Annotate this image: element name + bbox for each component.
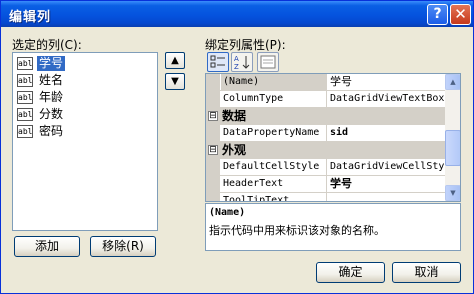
description-text: 指示代码中用来标识该对象的名称。 (209, 224, 385, 237)
description-property-name: (Name) (209, 207, 246, 218)
scroll-down-icon[interactable]: ▼ (445, 185, 460, 201)
property-name: DefaultCellStyle (221, 159, 327, 175)
list-item-label: 分数 (39, 107, 64, 121)
property-row[interactable]: ColumnType DataGridViewTextBoxColumn (206, 91, 445, 108)
alphabetical-button[interactable]: A Z (231, 52, 253, 72)
arrow-down-icon: ▼ (171, 76, 179, 87)
property-row[interactable]: ToolTipText (206, 193, 445, 201)
svg-text:Z: Z (234, 63, 239, 71)
scroll-up-icon[interactable]: ▲ (445, 74, 460, 90)
alphabetical-icon: A Z (234, 55, 250, 71)
scroll-thumb[interactable] (445, 130, 460, 166)
cancel-button[interactable]: 取消 (392, 262, 461, 283)
help-button[interactable]: ? (427, 4, 448, 25)
textbox-column-icon: abl (17, 91, 33, 104)
property-row[interactable]: DataPropertyName sid (206, 125, 445, 142)
collapse-icon[interactable]: ⊟ (208, 145, 218, 155)
categorized-icon (210, 55, 225, 68)
window-title: 编辑列 (9, 10, 52, 25)
title-bar[interactable]: 编辑列 ? ✕ (1, 1, 473, 27)
list-item-label: 姓名 (39, 73, 64, 87)
property-description-panel: (Name) 指示代码中用来标识该对象的名称。 (205, 203, 461, 251)
bound-column-properties-label: 绑定列属性(P): (205, 38, 286, 52)
remove-button[interactable]: 移除(R) (90, 236, 156, 257)
property-grid[interactable]: (Name) 学号 ColumnType DataGridViewTextBox… (205, 73, 461, 202)
property-name: (Name) (221, 74, 327, 90)
list-item[interactable]: abl 学号 (16, 55, 154, 72)
property-value[interactable] (328, 193, 445, 201)
categorized-button[interactable] (207, 52, 229, 72)
row-margin (206, 193, 220, 201)
property-value[interactable]: DataGridViewTextBoxColumn (328, 91, 445, 107)
textbox-column-icon: abl (17, 108, 33, 121)
row-margin (206, 91, 220, 108)
property-name: DataPropertyName (221, 125, 327, 141)
list-item-label: 密码 (39, 124, 64, 138)
property-row[interactable]: DefaultCellStyle DataGridViewCellStyle (206, 159, 445, 176)
vertical-scrollbar[interactable]: ▲ ▼ (445, 74, 460, 201)
move-up-button[interactable]: ▲ (165, 52, 185, 69)
property-value[interactable]: 学号 (328, 74, 445, 90)
list-item-label: 学号 (37, 56, 66, 71)
textbox-column-icon: abl (17, 125, 33, 138)
property-name: ColumnType (221, 91, 327, 107)
list-item[interactable]: abl 分数 (16, 106, 154, 123)
category-name: 数据 (222, 109, 247, 123)
close-button[interactable]: ✕ (450, 4, 471, 25)
property-row[interactable]: HeaderText 学号 (206, 176, 445, 193)
property-name: HeaderText (221, 176, 327, 192)
textbox-column-icon: abl (17, 74, 33, 87)
category-name: 外观 (222, 143, 247, 157)
property-value[interactable]: 学号 (328, 176, 445, 192)
textbox-column-icon: abl (17, 57, 33, 70)
selected-columns-list[interactable]: abl 学号 abl 姓名 abl 年龄 abl 分数 abl 密码 (12, 52, 158, 231)
row-margin (206, 159, 220, 176)
list-item[interactable]: abl 年龄 (16, 89, 154, 106)
move-down-button[interactable]: ▼ (165, 73, 185, 90)
row-margin (206, 176, 220, 193)
list-item-label: 年龄 (39, 90, 64, 104)
ok-button[interactable]: 确定 (316, 262, 385, 283)
category-row[interactable]: ⊟ 数据 (206, 108, 445, 125)
list-item[interactable]: abl 姓名 (16, 72, 154, 89)
svg-text:A: A (234, 55, 239, 63)
property-name: ToolTipText (221, 193, 327, 201)
collapse-icon[interactable]: ⊟ (208, 111, 218, 121)
property-pages-icon (260, 55, 276, 69)
category-row[interactable]: ⊟ 外观 (206, 142, 445, 159)
edit-columns-dialog: 编辑列 ? ✕ 选定的列(C): abl 学号 abl 姓名 abl 年龄 ab… (0, 0, 474, 294)
arrow-up-icon: ▲ (171, 55, 179, 66)
property-row[interactable]: (Name) 学号 (206, 74, 445, 91)
list-item[interactable]: abl 密码 (16, 123, 154, 140)
selected-columns-label: 选定的列(C): (12, 38, 82, 52)
row-margin (206, 74, 220, 91)
property-pages-button[interactable] (257, 52, 279, 72)
property-value[interactable]: DataGridViewCellStyle (328, 159, 445, 175)
add-button[interactable]: 添加 (14, 236, 80, 257)
row-margin (206, 125, 220, 142)
property-value[interactable]: sid (328, 125, 445, 141)
